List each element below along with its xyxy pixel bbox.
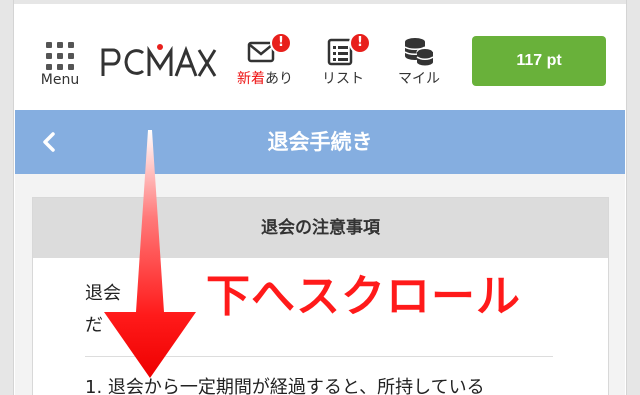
logo-wordmark bbox=[101, 44, 217, 77]
menu-button[interactable]: Menu bbox=[37, 38, 83, 94]
nav-new-label-red: 新着 bbox=[237, 71, 265, 87]
nav-new-label: あり bbox=[265, 71, 293, 87]
nav-new-messages-label: 新着あり bbox=[233, 68, 297, 88]
points-button[interactable]: 117 pt bbox=[472, 36, 606, 86]
chevron-left-icon bbox=[43, 132, 55, 152]
down-arrow-icon bbox=[104, 130, 196, 378]
grid-menu-icon bbox=[46, 42, 74, 70]
new-message-badge: ! bbox=[270, 32, 292, 54]
nav-miles-label: マイル bbox=[398, 71, 440, 87]
coins-icon bbox=[404, 38, 434, 66]
nav-list-label: リスト bbox=[322, 71, 364, 87]
scroll-down-annotation: 下へスクロール bbox=[206, 271, 521, 322]
nav-list[interactable]: ! リスト bbox=[315, 32, 371, 94]
pcmax-logo[interactable] bbox=[99, 42, 217, 82]
nav-new-messages[interactable]: ! 新着あり bbox=[233, 32, 297, 94]
nav-miles[interactable]: マイル bbox=[391, 34, 447, 94]
menu-label: Menu bbox=[40, 72, 80, 88]
app-frame: Menu ! 新着あり ! リスト マイル 117 pt 退会手続き 退会の注意… bbox=[0, 0, 640, 395]
header: Menu ! 新着あり ! リスト マイル 117 pt bbox=[15, 4, 625, 110]
back-button[interactable] bbox=[35, 126, 65, 158]
frame-left-border bbox=[0, 0, 14, 395]
list-badge: ! bbox=[349, 32, 371, 54]
frame-right-border bbox=[626, 0, 640, 395]
